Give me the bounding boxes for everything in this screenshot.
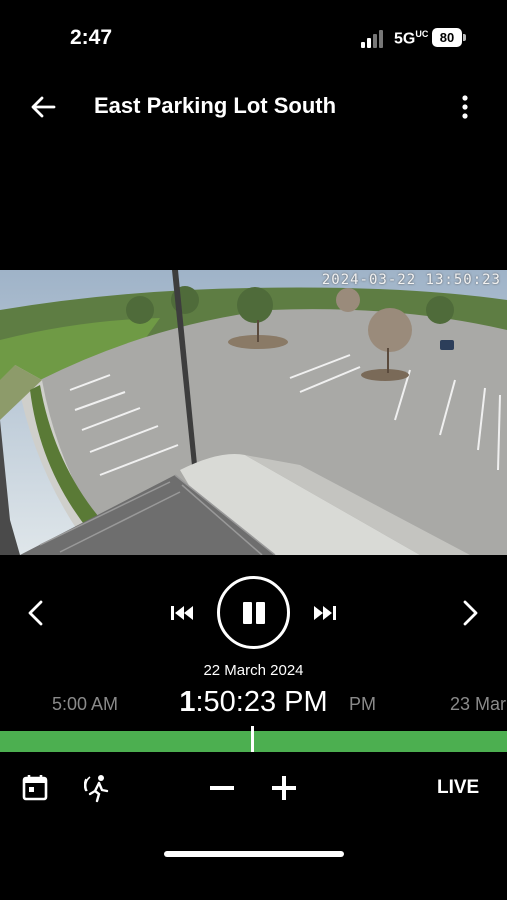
timeline-scrubber[interactable]: 5:00 AM PM 23 Mar 1:50:23 PM [0,684,507,724]
motion-person-icon[interactable] [83,773,112,803]
time-sep: : [235,686,244,718]
current-playback-time: 1:50:23 PM [0,686,507,719]
zoom-out-icon[interactable] [210,786,234,790]
time-hour: 1 [179,686,196,718]
time-minute: 50 [203,686,236,718]
calendar-icon[interactable] [22,773,48,801]
pause-icon [243,602,252,624]
skip-previous-icon[interactable] [168,601,196,625]
video-timestamp-overlay: 2024-03-22 13:50:23 [321,272,501,288]
chevron-right-icon[interactable] [456,598,484,628]
camera-video[interactable]: 2024-03-22 13:50:23 [0,270,507,555]
status-bar: 2:47 5GUC 80 [0,0,507,70]
battery-icon: 80 [432,28,462,47]
signal-icon [361,30,387,48]
timeline-playhead[interactable] [251,726,254,752]
playback-date: 22 March 2024 [203,662,304,679]
status-time: 2:47 [70,26,113,49]
back-arrow-icon[interactable] [28,92,58,122]
battery-tip [463,34,466,41]
pause-button[interactable] [217,576,290,649]
live-button[interactable]: LIVE [437,777,479,799]
network-type: 5GUC [394,29,429,48]
zoom-in-icon[interactable] [272,776,296,800]
time-seconds: 23 PM [243,686,328,718]
camera-title: East Parking Lot South [94,93,337,118]
app-bar: East Parking Lot South [0,80,507,136]
chevron-left-icon[interactable] [22,598,50,628]
more-vert-icon[interactable] [452,92,478,122]
video-frame [0,270,507,555]
time-sep: : [195,686,204,718]
skip-next-icon[interactable] [311,601,339,625]
pause-icon-bar [256,602,265,624]
home-indicator[interactable] [164,851,344,857]
